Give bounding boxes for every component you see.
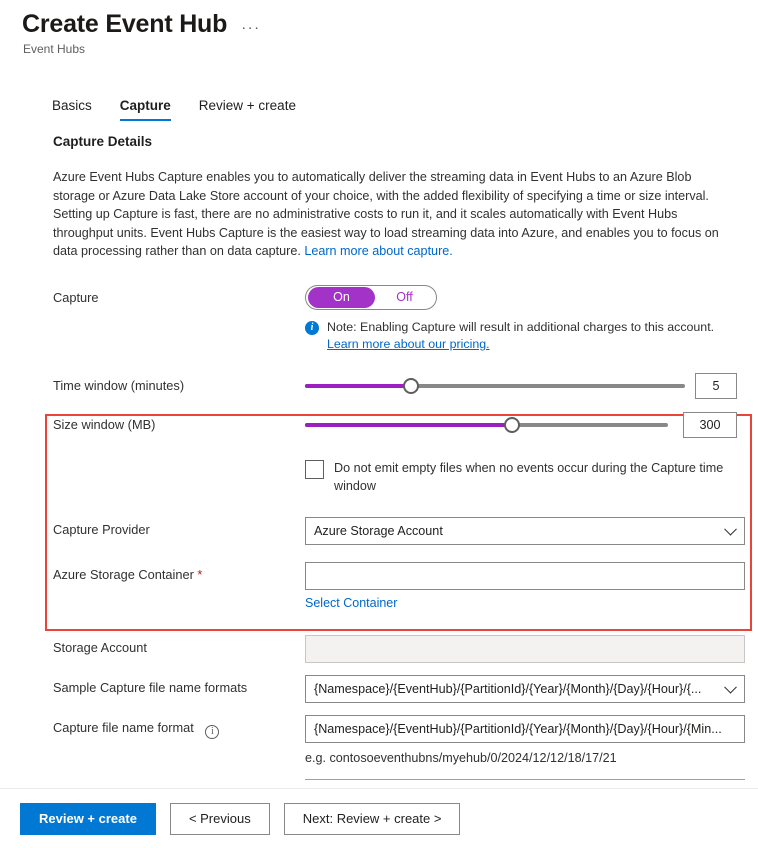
capture-settings-form: Capture On Off i Note: Enabling Capture … (0, 284, 758, 825)
previous-button[interactable]: < Previous (169, 802, 270, 835)
page-header: Create Event Hub ··· Event Hubs (0, 0, 758, 56)
chevron-down-icon (724, 680, 737, 694)
sample-format-field: {Namespace}/{EventHub}/{PartitionId}/{Ye… (305, 674, 758, 703)
title-row: Create Event Hub ··· (0, 0, 758, 40)
wizard-footer: Review + create < Previous Next: Review … (0, 789, 758, 848)
page-title: Create Event Hub (22, 10, 228, 38)
empty-files-field: Do not emit empty files when no events o… (305, 459, 758, 495)
field-divider (305, 778, 745, 780)
size-window-slider-fill (305, 422, 512, 427)
page-subtitle: Event Hubs (23, 42, 86, 56)
time-window-row: Time window (minutes) 5 (53, 372, 758, 399)
time-window-field: 5 (305, 372, 758, 399)
sample-format-label: Sample Capture file name formats (53, 679, 248, 695)
file-name-format-field: {Namespace}/{EventHub}/{PartitionId}/{Ye… (305, 714, 758, 780)
capture-provider-field: Azure Storage Account (305, 516, 758, 545)
empty-files-spacer (53, 459, 305, 463)
time-window-slider-fill (305, 383, 412, 388)
size-window-slider-wrap: 300 (305, 411, 758, 438)
file-name-format-input[interactable]: {Namespace}/{EventHub}/{PartitionId}/{Ye… (305, 714, 745, 743)
capture-provider-label: Capture Provider (53, 521, 150, 537)
capture-note-text: Note: Enabling Capture will result in ad… (327, 319, 715, 334)
storage-container-field: Select Container (305, 561, 758, 610)
sample-format-row: Sample Capture file name formats {Namesp… (53, 674, 758, 703)
info-icon[interactable]: i (205, 724, 220, 739)
storage-account-field (305, 634, 758, 663)
storage-container-row: Azure Storage Container * Select Contain… (53, 561, 758, 610)
capture-toggle-row: Capture On Off i Note: Enabling Capture … (53, 284, 758, 353)
capture-toggle[interactable]: On Off (305, 284, 437, 310)
create-event-hub-page: Create Event Hub ··· Event Hubs Basics C… (0, 0, 758, 848)
wizard-tabs: Basics Capture Review + create (52, 98, 310, 121)
capture-charges-note: i Note: Enabling Capture will result in … (305, 319, 758, 353)
time-window-slider-thumb[interactable] (403, 377, 420, 394)
do-not-emit-empty-files-checkbox[interactable] (305, 459, 324, 479)
size-window-field: 300 (305, 411, 758, 438)
next-review-create-button[interactable]: Next: Review + create > (283, 802, 461, 835)
capture-toggle-on-option[interactable]: On (308, 286, 375, 308)
tab-review-create[interactable]: Review + create (185, 98, 310, 121)
capture-note-text-block: Note: Enabling Capture will result in ad… (327, 319, 714, 353)
chevron-down-icon (724, 522, 737, 536)
required-marker: * (197, 566, 203, 582)
storage-container-label: Azure Storage Container * (53, 562, 305, 583)
time-window-label: Time window (minutes) (53, 377, 185, 393)
capture-provider-row: Capture Provider Azure Storage Account (53, 516, 758, 545)
time-window-value-input[interactable]: 5 (695, 372, 737, 399)
learn-more-pricing-link[interactable]: Learn more about our pricing. (327, 337, 490, 351)
time-window-slider-wrap: 5 (305, 372, 758, 399)
empty-files-checkbox-row[interactable]: Do not emit empty files when no events o… (305, 459, 758, 495)
storage-container-label-text: Azure Storage Container (53, 566, 194, 582)
capture-details-heading: Capture Details (53, 134, 153, 149)
size-window-slider-thumb[interactable] (503, 416, 520, 433)
file-name-format-label-text: Capture file name format (53, 719, 194, 735)
capture-toggle-off-option[interactable]: Off (375, 287, 434, 308)
file-name-format-label: Capture file name format i (53, 715, 305, 739)
size-window-slider[interactable] (305, 415, 668, 435)
select-container-link-wrap: Select Container (305, 596, 758, 610)
do-not-emit-empty-files-label: Do not emit empty files when no events o… (334, 460, 724, 493)
storage-container-input[interactable] (305, 561, 745, 590)
capture-provider-select[interactable]: Azure Storage Account (305, 516, 745, 545)
empty-files-row: Do not emit empty files when no events o… (53, 459, 758, 495)
capture-toggle-field: On Off i Note: Enabling Capture will res… (305, 284, 758, 353)
more-options-ellipsis-icon[interactable]: ··· (241, 20, 261, 35)
info-icon: i (305, 320, 319, 335)
capture-label: Capture (53, 289, 99, 305)
size-window-label: Size window (MB) (53, 416, 156, 432)
storage-account-input (305, 634, 745, 663)
storage-account-row: Storage Account (53, 634, 758, 663)
tab-basics[interactable]: Basics (52, 98, 106, 121)
capture-details-description: Azure Event Hubs Capture enables you to … (53, 168, 735, 261)
size-window-row: Size window (MB) 300 (53, 411, 758, 438)
tab-capture[interactable]: Capture (106, 98, 185, 121)
size-window-value-input[interactable]: 300 (683, 411, 737, 438)
storage-account-label: Storage Account (53, 639, 147, 655)
learn-more-about-capture-link[interactable]: Learn more about capture. (304, 244, 452, 258)
sample-format-value: {Namespace}/{EventHub}/{PartitionId}/{Ye… (314, 681, 702, 696)
file-name-format-row: Capture file name format i {Namespace}/{… (53, 714, 758, 780)
capture-provider-value: Azure Storage Account (314, 523, 443, 538)
sample-format-select[interactable]: {Namespace}/{EventHub}/{PartitionId}/{Ye… (305, 674, 745, 703)
select-container-link[interactable]: Select Container (305, 596, 397, 610)
file-name-format-example: e.g. contosoeventhubns/myehub/0/2024/12/… (305, 750, 617, 765)
review-create-button[interactable]: Review + create (20, 802, 156, 835)
time-window-slider[interactable] (305, 376, 685, 396)
capture-form-content: Capture Details Azure Event Hubs Capture… (0, 134, 758, 825)
